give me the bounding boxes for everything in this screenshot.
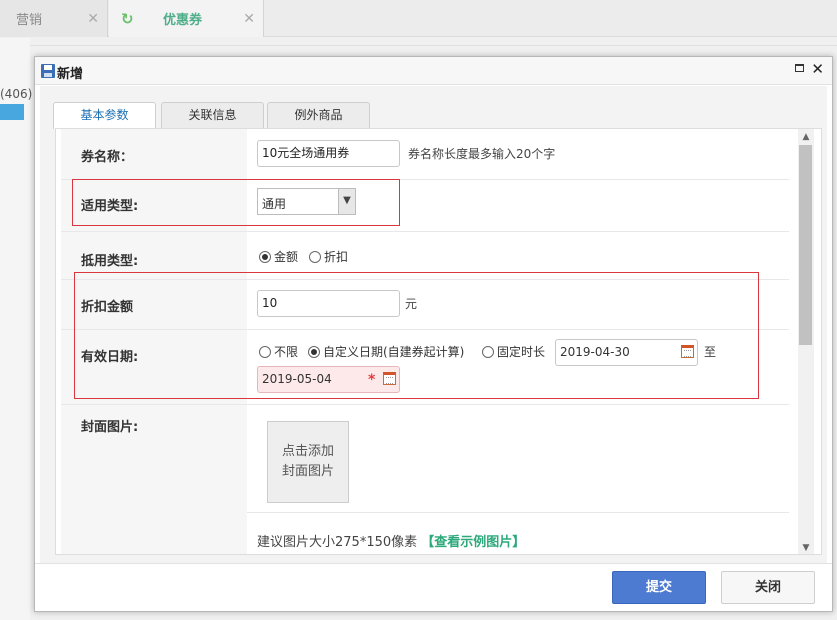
cover-image-upload[interactable]: 点击添加 封面图片 (267, 421, 349, 503)
radio-checked-icon (259, 250, 271, 263)
tab-related-info[interactable]: 关联信息 (161, 102, 264, 128)
row-divider (61, 404, 789, 405)
tab-excluded-products[interactable]: 例外商品 (267, 102, 370, 128)
coupon-form: 券名称： 10元全场通用券 券名称长度最多输入20个字 适用类型: 通用 ▼ 抵… (55, 128, 822, 555)
scroll-up-icon[interactable]: ▲ (798, 129, 814, 145)
divider (0, 45, 837, 46)
new-coupon-dialog: 新增 ✕ 基本参数 关联信息 例外商品 券名称： 10元全场通用券 券名称长度最… (34, 56, 833, 612)
upload-text: 点击添加 (281, 444, 334, 459)
app-tab-coupon[interactable]: ↻ 优惠券 ✕ (109, 0, 264, 37)
coupon-name-label: 券名称： (81, 150, 134, 165)
app-tab-marketing[interactable]: 营销 ✕ (0, 0, 108, 37)
view-sample-link[interactable]: 【查看示例图片】 (421, 535, 525, 550)
scroll-thumb[interactable] (799, 145, 812, 345)
close-icon[interactable]: ✕ (811, 60, 824, 78)
coupon-name-input[interactable]: 10元全场通用券 (257, 140, 400, 167)
background-sidebar (0, 38, 30, 620)
refresh-icon[interactable]: ↻ (121, 10, 134, 28)
coupon-name-hint: 券名称长度最多输入20个字 (408, 147, 556, 161)
cover-image-label: 封面图片: (81, 420, 139, 435)
deduct-type-amount-radio[interactable]: 金额 (259, 248, 298, 265)
row-divider (61, 231, 789, 232)
highlight-box (72, 179, 400, 226)
sidebar-selected-item[interactable] (0, 104, 24, 120)
close-icon[interactable]: ✕ (87, 11, 99, 27)
dialog-footer: 提交 关闭 (35, 563, 832, 611)
close-icon[interactable]: ✕ (243, 11, 255, 27)
radio-label: 金额 (274, 250, 299, 264)
upload-text: 封面图片 (281, 464, 334, 479)
sidebar-count: (406) (0, 87, 33, 101)
scroll-down-icon[interactable]: ▼ (798, 540, 814, 554)
app-tab-label: 优惠券 (163, 13, 203, 28)
cover-image-hint: 建议图片大小275*150像素 【查看示例图片】 (257, 531, 525, 550)
highlight-box (74, 272, 759, 399)
close-button[interactable]: 关闭 (721, 571, 815, 604)
deduct-type-discount-radio[interactable]: 折扣 (309, 248, 348, 265)
app-tab-bar: 营销 ✕ ↻ 优惠券 ✕ (0, 0, 837, 37)
scrollbar[interactable]: ▲ ▼ (798, 129, 814, 554)
radio-unchecked-icon (309, 250, 321, 263)
radio-label: 折扣 (324, 250, 349, 264)
deduct-type-label: 抵用类型: (81, 254, 139, 269)
submit-button[interactable]: 提交 (612, 571, 706, 604)
app-tab-label: 营销 (16, 13, 43, 28)
row-divider (247, 512, 789, 513)
maximize-icon[interactable] (795, 64, 804, 72)
save-icon (41, 64, 55, 78)
dialog-title: 新增 (57, 67, 84, 82)
tab-basic-params[interactable]: 基本参数 (53, 102, 156, 129)
dialog-header: 新增 ✕ (35, 57, 832, 85)
dialog-body: 基本参数 关联信息 例外商品 券名称： 10元全场通用券 券名称长度最多输入20… (40, 86, 827, 563)
cover-size-hint: 建议图片大小275*150像素 (257, 535, 418, 550)
